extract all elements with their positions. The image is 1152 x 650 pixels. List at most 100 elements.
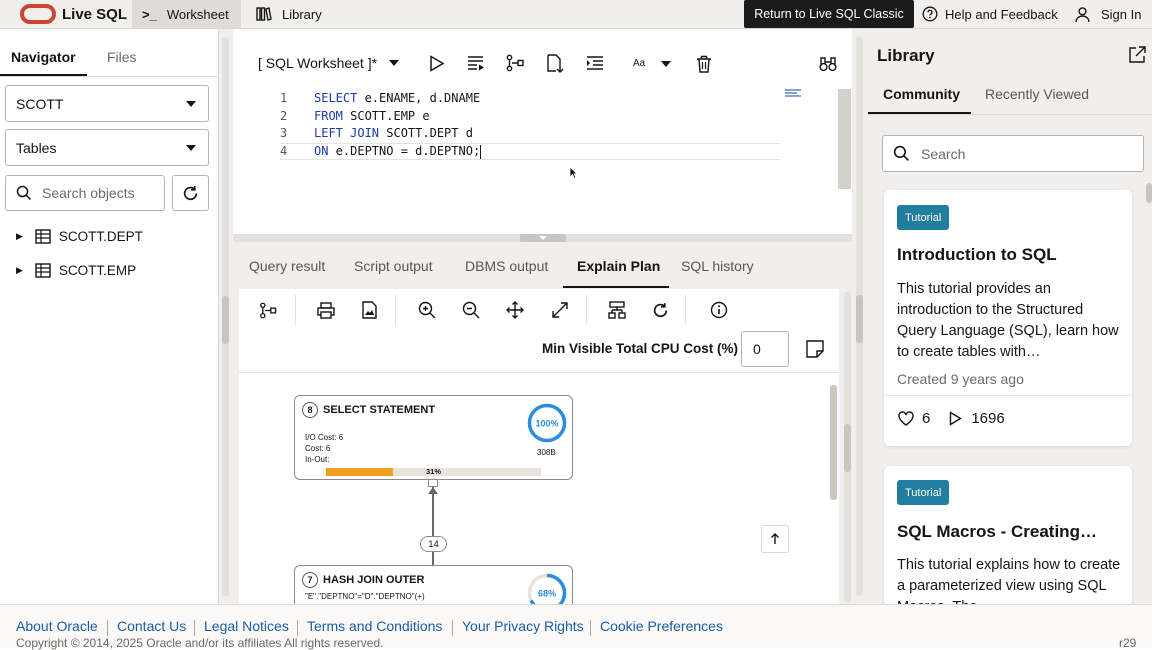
code-line[interactable]: 2 FROM SCOTT.EMP e (280, 109, 430, 126)
node-id: 8 (302, 402, 318, 418)
line-number: 3 (280, 126, 288, 140)
min-cost-input[interactable]: 0 (741, 331, 789, 367)
library-scrollbar[interactable] (1146, 183, 1152, 203)
chevron-down-icon (186, 100, 196, 107)
footer-link-contact[interactable]: Contact Us (117, 618, 186, 634)
oracle-logo[interactable]: Live SQL (20, 0, 127, 28)
binoculars-icon[interactable] (819, 55, 837, 72)
cost: Cost: 6 (305, 444, 331, 453)
splitter-handle[interactable] (222, 296, 229, 344)
connector-line (432, 487, 434, 536)
note-icon[interactable] (806, 340, 824, 358)
hierarchy-icon[interactable] (608, 301, 626, 319)
right-splitter[interactable] (852, 29, 868, 604)
scroll-top-button[interactable] (761, 525, 789, 553)
table-icon (35, 262, 51, 278)
plan-scrollbar[interactable] (830, 385, 837, 500)
help-feedback-button[interactable]: Help and Feedback (922, 0, 1058, 28)
line-number: 4 (280, 144, 288, 158)
library-label: Library (282, 6, 322, 22)
tab-sql-history[interactable]: SQL history (681, 258, 754, 274)
heart-icon[interactable] (898, 411, 914, 426)
footer-link-about[interactable]: About Oracle (16, 618, 98, 634)
node-title-text: SELECT STATEMENT (323, 404, 436, 416)
splitter-handle[interactable] (520, 234, 566, 242)
search-objects-input[interactable]: Search objects (5, 175, 165, 211)
tab-navigator[interactable]: Navigator (11, 49, 76, 65)
splitter-handle[interactable] (856, 295, 863, 343)
trash-icon[interactable] (696, 55, 712, 73)
footer-link-privacy[interactable]: Your Privacy Rights (462, 618, 584, 634)
code-line[interactable]: 1 SELECT e.ENAME, d.DNAME (280, 91, 480, 108)
code-text: SCOTT.EMP e (342, 109, 430, 123)
plan-divider (239, 372, 839, 373)
object-type-value: Tables (16, 139, 57, 156)
run-icon[interactable] (429, 55, 445, 72)
code-line-current[interactable]: 4 ON e.DEPTNO = d.DEPTNO; (280, 143, 780, 160)
download-icon[interactable] (546, 54, 564, 73)
tab-divider (0, 76, 219, 77)
tree-item-emp[interactable]: ▶ SCOTT.EMP (16, 259, 136, 281)
code-line[interactable]: 3 LEFT JOIN SCOTT.DEPT d (280, 126, 473, 143)
refresh-icon[interactable] (652, 302, 669, 319)
format-icon[interactable] (586, 56, 604, 71)
cost-ring-label: 100% (535, 419, 558, 429)
tab-script-output[interactable]: Script output (354, 258, 433, 274)
expand-icon[interactable]: ▶ (16, 265, 23, 276)
refresh-button[interactable] (172, 175, 209, 211)
footer-link-cookies[interactable]: Cookie Preferences (600, 618, 723, 634)
card-divider (884, 395, 1132, 396)
schema-value: SCOTT (16, 95, 64, 112)
library-card[interactable]: Tutorial SQL Macros - Creating… This tut… (884, 466, 1132, 606)
worksheet-title-menu[interactable]: [ SQL Worksheet ]* (258, 55, 400, 71)
keyword: FROM (314, 109, 343, 123)
run-script-icon[interactable] (467, 55, 485, 71)
card-title[interactable]: Introduction to SQL (897, 245, 1057, 265)
plan-node-select-statement[interactable]: 8 SELECT STATEMENT I/O Cost: 6 Cost: 6 I… (294, 395, 573, 480)
worksheet-tab[interactable]: >_ Worksheet (132, 0, 241, 28)
tab-community[interactable]: Community (883, 86, 960, 102)
tab-recently-viewed[interactable]: Recently Viewed (985, 86, 1089, 102)
expand-icon[interactable]: ▶ (16, 231, 23, 242)
card-title[interactable]: SQL Macros - Creating… (897, 522, 1097, 542)
open-external-icon[interactable] (1129, 46, 1146, 63)
zoom-in-icon[interactable] (418, 301, 436, 319)
splitter-handle[interactable] (844, 424, 851, 472)
zoom-out-icon[interactable] (462, 301, 480, 319)
explain-plan-icon[interactable] (506, 54, 524, 72)
library-search-input[interactable]: Search (882, 135, 1144, 172)
info-icon[interactable] (710, 301, 728, 319)
help-icon (922, 6, 938, 22)
plan-layout-icon[interactable] (259, 302, 277, 319)
sign-in-button[interactable]: Sign In (1074, 0, 1141, 28)
editor-results-splitter[interactable] (233, 234, 852, 242)
io-cost: I/O Cost: 6 (305, 433, 344, 442)
object-type-select[interactable]: Tables (5, 129, 209, 166)
font-size-menu[interactable]: Aa (633, 58, 672, 69)
export-image-icon[interactable] (362, 301, 377, 319)
toolbar-divider (295, 295, 296, 325)
library-tab[interactable]: Library (256, 0, 322, 28)
footer-link-legal[interactable]: Legal Notices (204, 618, 289, 634)
print-icon[interactable] (317, 302, 335, 319)
tree-item-dept[interactable]: ▶ SCOTT.DEPT (16, 225, 143, 247)
card-likes: 6 (922, 410, 931, 427)
pan-icon[interactable] (506, 301, 524, 319)
fit-screen-icon[interactable] (551, 301, 569, 319)
tab-dbms-output[interactable]: DBMS output (465, 258, 548, 274)
library-card[interactable]: Tutorial Introduction to SQL This tutori… (884, 190, 1132, 446)
schema-select[interactable]: SCOTT (5, 85, 209, 122)
chevron-down-icon (186, 144, 196, 151)
editor-scrollbar[interactable] (838, 89, 851, 189)
footer-separator (297, 620, 298, 636)
tab-files[interactable]: Files (107, 49, 137, 65)
editor-minimap[interactable] (785, 89, 803, 97)
tab-query-result[interactable]: Query result (249, 258, 325, 274)
tab-explain-plan[interactable]: Explain Plan (577, 258, 660, 274)
card-description: This tutorial explains how to create a p… (897, 557, 1121, 606)
oracle-logo-icon (20, 4, 56, 24)
footer-link-terms[interactable]: Terms and Conditions (307, 618, 442, 634)
return-classic-button[interactable]: Return to Live SQL Classic (744, 0, 914, 28)
card-views: 1696 (971, 410, 1005, 427)
node-title: 8 SELECT STATEMENT (302, 402, 435, 418)
